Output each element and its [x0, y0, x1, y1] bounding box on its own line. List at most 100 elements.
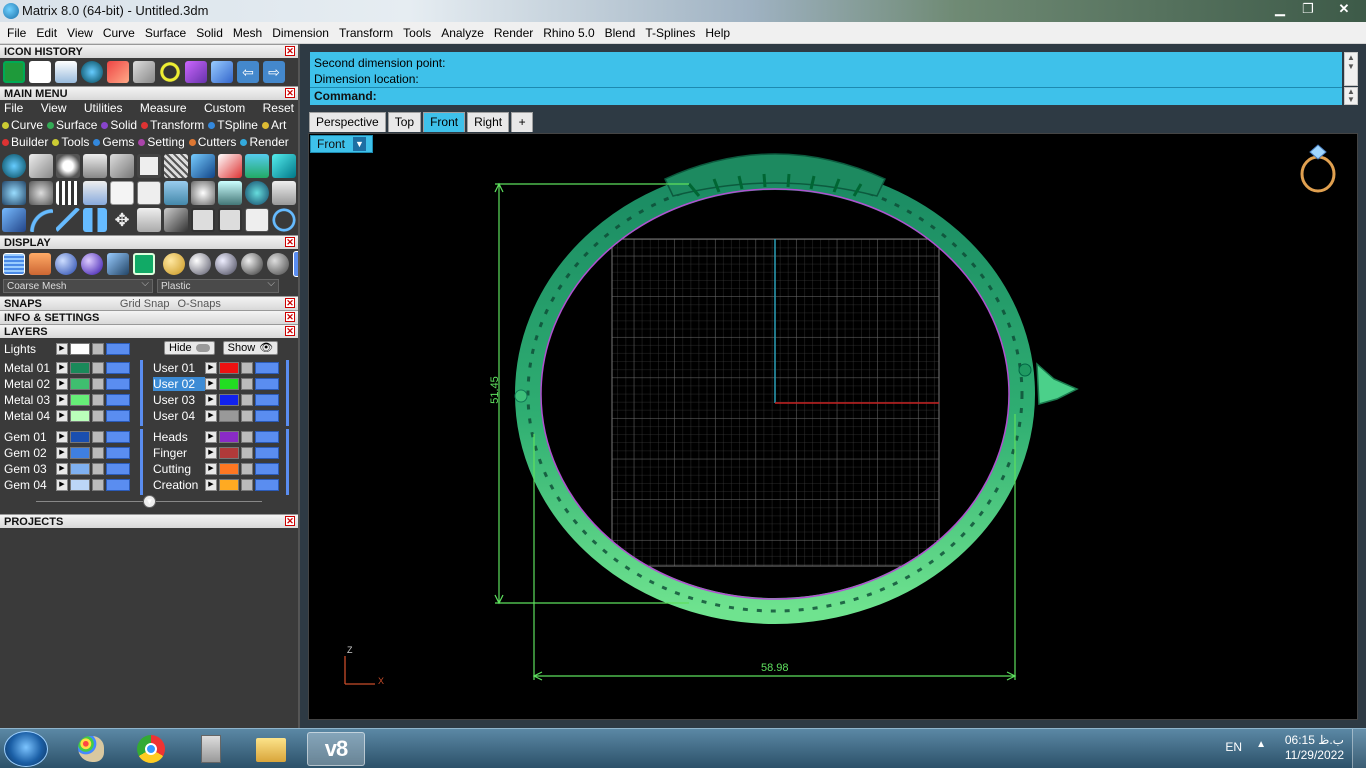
- prong-icon[interactable]: [110, 154, 134, 178]
- lock-icon[interactable]: [92, 410, 104, 422]
- visibility-toggle[interactable]: [255, 463, 279, 475]
- display-header[interactable]: DISPLAY ✕: [0, 235, 298, 249]
- expand-arrow-icon[interactable]: ▶: [56, 479, 68, 491]
- menu-curve[interactable]: Curve: [98, 26, 140, 40]
- new-file-icon[interactable]: [29, 61, 51, 83]
- clock[interactable]: 06:15 ب.ظ 11/29/2022: [1285, 733, 1344, 763]
- lock-icon[interactable]: [241, 463, 253, 475]
- expand-arrow-icon[interactable]: ▶: [56, 463, 68, 475]
- mm-art[interactable]: Art: [261, 117, 286, 134]
- mm-link-file[interactable]: File: [4, 100, 23, 117]
- projects-header[interactable]: PROJECTS ✕: [0, 514, 298, 528]
- visibility-toggle[interactable]: [106, 343, 130, 355]
- gold-material-icon[interactable]: [163, 253, 185, 275]
- osnaps-toggle[interactable]: O-Snaps: [177, 297, 220, 311]
- visibility-toggle[interactable]: [255, 410, 279, 422]
- layer-color-swatch[interactable]: [70, 479, 90, 491]
- pipe-icon[interactable]: [185, 61, 207, 83]
- ring-gauge-icon[interactable]: [159, 61, 181, 83]
- command-scrollbar[interactable]: ▲ ▼: [1344, 87, 1358, 105]
- menu-help[interactable]: Help: [700, 26, 735, 40]
- layer-color-swatch[interactable]: [70, 431, 90, 443]
- expand-arrow-icon[interactable]: ▶: [205, 463, 217, 475]
- layer-row[interactable]: User 02 ▶: [153, 376, 279, 392]
- lock-icon[interactable]: [92, 343, 104, 355]
- visibility-toggle[interactable]: [106, 463, 130, 475]
- mm-link-custom[interactable]: Custom: [204, 100, 245, 117]
- arrow-down-icon[interactable]: [83, 154, 107, 178]
- expand-arrow-icon[interactable]: ▶: [56, 431, 68, 443]
- matrix-tool-icon[interactable]: [2, 154, 26, 178]
- visibility-toggle[interactable]: [255, 479, 279, 491]
- mm-link-reset[interactable]: Reset: [263, 100, 294, 117]
- mesh-quality-select[interactable]: Coarse Mesh: [3, 277, 153, 293]
- front-viewport[interactable]: Front ▼ 51.45 58.98 Z X: [308, 133, 1358, 720]
- layers-header[interactable]: LAYERS ✕: [0, 324, 298, 338]
- tab-right[interactable]: Right: [467, 112, 510, 132]
- pencil-eraser-icon[interactable]: [107, 61, 129, 83]
- layer-row[interactable]: Creation ▶: [153, 477, 279, 493]
- menu-tools[interactable]: Tools: [398, 26, 436, 40]
- visibility-toggle[interactable]: [106, 410, 130, 422]
- image-icon[interactable]: [245, 154, 269, 178]
- file-explorer-icon[interactable]: [244, 732, 298, 766]
- film-icon[interactable]: [56, 181, 80, 205]
- cube-icon[interactable]: [272, 154, 296, 178]
- circle-icon[interactable]: [272, 208, 296, 232]
- visibility-toggle[interactable]: [106, 479, 130, 491]
- menu-tsplines[interactable]: T-Splines: [640, 26, 700, 40]
- lock-icon[interactable]: [92, 394, 104, 406]
- layer-color-swatch[interactable]: [219, 394, 239, 406]
- expand-arrow-icon[interactable]: ▶: [205, 431, 217, 443]
- add-viewport-button[interactable]: +: [511, 112, 534, 132]
- lock-icon[interactable]: [92, 362, 104, 374]
- layer-row[interactable]: Metal 03 ▶: [4, 392, 130, 408]
- layer-row[interactable]: Metal 01 ▶: [4, 360, 130, 376]
- forward-arrow-icon[interactable]: ⇨: [263, 61, 285, 83]
- lock-icon[interactable]: [92, 447, 104, 459]
- chrome-material-icon[interactable]: [241, 253, 263, 275]
- visibility-toggle[interactable]: [106, 447, 130, 459]
- lock-icon[interactable]: [241, 394, 253, 406]
- gumball-icon[interactable]: [133, 61, 155, 83]
- expand-arrow-icon[interactable]: ▶: [56, 410, 68, 422]
- matrix-v8-icon[interactable]: v8: [307, 732, 365, 766]
- lock-icon[interactable]: [92, 463, 104, 475]
- layer-color-swatch[interactable]: [219, 431, 239, 443]
- visibility-toggle[interactable]: [255, 447, 279, 459]
- lights-swatch[interactable]: [70, 343, 90, 355]
- layer-color-swatch[interactable]: [70, 362, 90, 374]
- bell-icon[interactable]: [191, 181, 215, 205]
- globe-icon[interactable]: [245, 181, 269, 205]
- show-all-button[interactable]: Show 👁: [222, 341, 279, 355]
- layer-color-swatch[interactable]: [70, 378, 90, 390]
- paint-icon[interactable]: [64, 732, 118, 766]
- minimize-button[interactable]: ▁: [1266, 0, 1294, 19]
- wireframe-icon[interactable]: [3, 253, 25, 275]
- layer-row[interactable]: Gem 02 ▶: [4, 445, 130, 461]
- arc-icon[interactable]: [29, 208, 53, 232]
- snaps-header[interactable]: SNAPS Grid Snap O-Snaps ✕: [0, 296, 298, 310]
- layout-display-icon[interactable]: [133, 253, 155, 275]
- layer-row[interactable]: Finger ▶: [153, 445, 279, 461]
- menu-blend[interactable]: Blend: [600, 26, 641, 40]
- info-settings-header[interactable]: INFO & SETTINGS ✕: [0, 310, 298, 324]
- layer-row[interactable]: User 04 ▶: [153, 408, 279, 424]
- layer-row[interactable]: Gem 04 ▶: [4, 477, 130, 493]
- history-scrollbar[interactable]: ▲ ▼: [1344, 52, 1358, 86]
- layer-color-swatch[interactable]: [219, 479, 239, 491]
- gem-tool-icon[interactable]: [29, 154, 53, 178]
- expand-arrow-icon[interactable]: ▶: [205, 410, 217, 422]
- lock-icon[interactable]: [241, 378, 253, 390]
- split-icon[interactable]: [218, 208, 242, 232]
- light-icon[interactable]: [56, 154, 80, 178]
- mm-tools[interactable]: Tools: [52, 134, 89, 151]
- lock-icon[interactable]: [92, 479, 104, 491]
- close-icon[interactable]: ✕: [285, 326, 295, 336]
- expand-arrow-icon[interactable]: ▶: [205, 378, 217, 390]
- rendered-sphere-icon[interactable]: [81, 253, 103, 275]
- shape-icon[interactable]: [211, 61, 233, 83]
- mm-solid[interactable]: Solid: [101, 117, 137, 134]
- layer-color-swatch[interactable]: [70, 394, 90, 406]
- move-icon[interactable]: ✥: [110, 208, 134, 232]
